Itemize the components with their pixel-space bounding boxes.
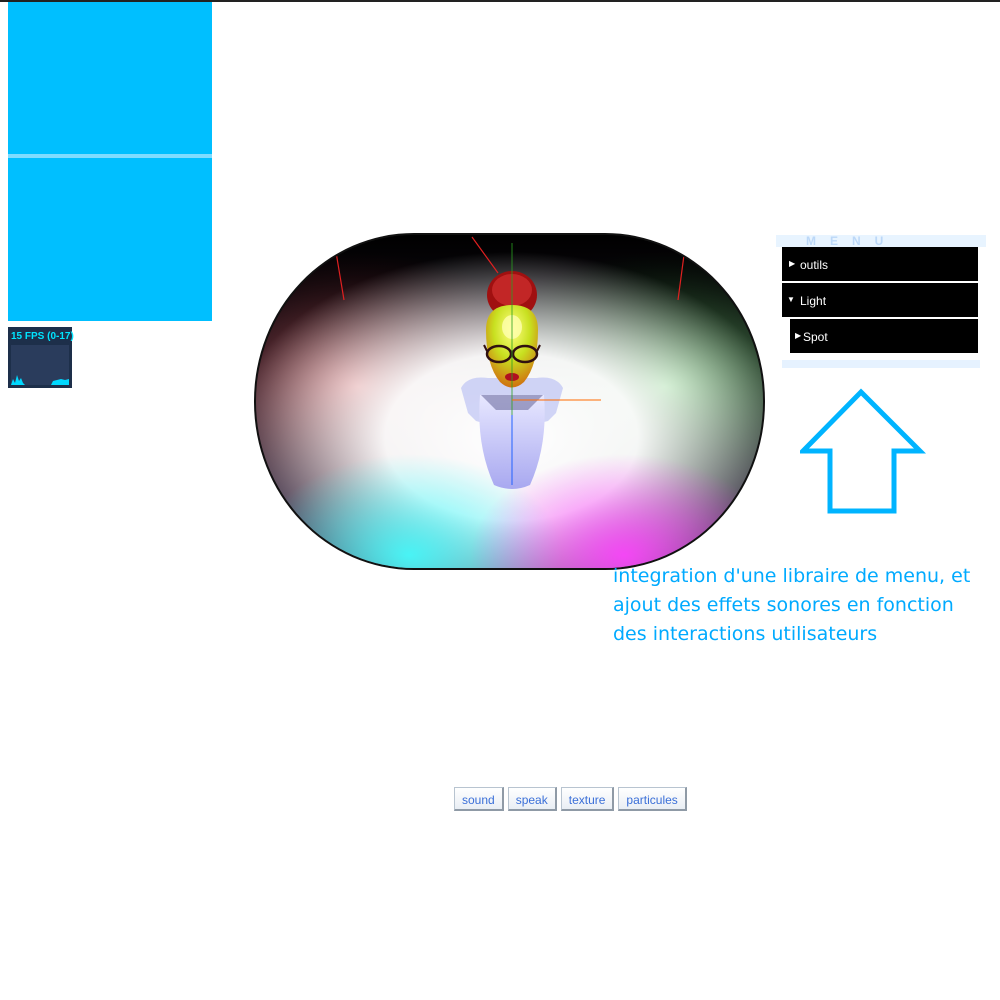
texture-button[interactable]: texture	[560, 787, 615, 811]
menu-item-label: Spot	[803, 330, 828, 344]
menu-item-label: Light	[800, 294, 827, 308]
caret-right-icon: ▶	[789, 259, 796, 268]
menu-title-band: MENU	[776, 234, 986, 248]
sound-button[interactable]: sound	[454, 787, 504, 811]
caret-right-icon: ▶	[795, 331, 802, 340]
menu-title: MENU	[806, 234, 898, 248]
toolbar: sound speak texture particules	[454, 787, 687, 813]
annotation-text: integration d'une libraire de menu, et a…	[613, 565, 971, 645]
menu-item-spot[interactable]: ▶ Spot	[790, 319, 978, 353]
fps-graph	[11, 345, 69, 385]
blue-panel	[8, 2, 212, 321]
menu-item-light[interactable]: ▼ Light	[782, 283, 978, 317]
menu-item-outils[interactable]: ▶ outils	[782, 247, 978, 281]
particules-button[interactable]: particules	[618, 787, 687, 811]
menu-bottom-band	[782, 360, 980, 368]
menu-item-label: outils	[800, 258, 829, 272]
fps-meter: 15 FPS (0-17)	[8, 327, 74, 388]
up-arrow-icon	[800, 388, 926, 514]
menu-panel: MENU ▶ outils ▼ Light ▶ Spot	[776, 234, 986, 368]
fps-label: 15 FPS (0-17)	[11, 331, 74, 342]
3d-viewport[interactable]	[254, 233, 765, 570]
fps-graph-plot	[11, 375, 69, 385]
speak-button[interactable]: speak	[507, 787, 557, 811]
caret-down-icon: ▼	[787, 295, 795, 304]
panel-divider	[8, 154, 212, 158]
